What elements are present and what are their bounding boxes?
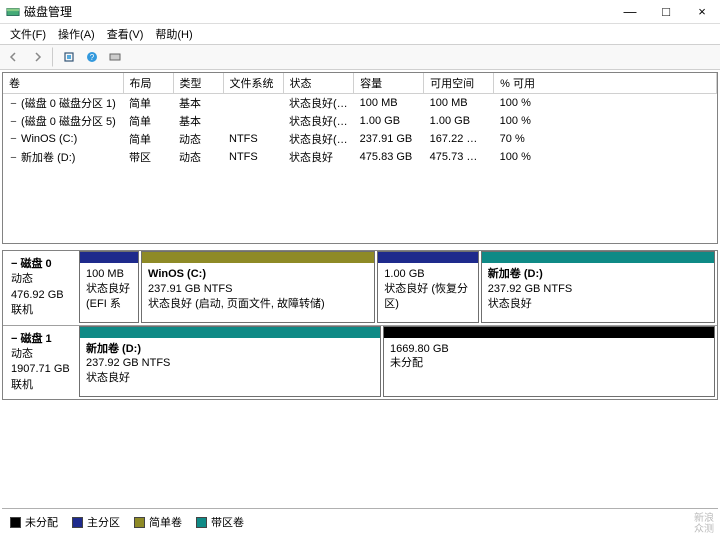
- swatch-unallocated: [10, 517, 21, 528]
- menubar: 文件(F) 操作(A) 查看(V) 帮助(H): [0, 24, 720, 44]
- back-button[interactable]: [4, 47, 24, 67]
- legend: 未分配 主分区 简单卷 带区卷: [2, 508, 718, 533]
- table-row[interactable]: − 新加卷 (D:)带区动态NTFS状态良好475.83 GB475.73 …1…: [3, 148, 717, 166]
- partition[interactable]: WinOS (C:)237.91 GB NTFS状态良好 (启动, 页面文件, …: [141, 251, 375, 323]
- col-layout[interactable]: 布局: [123, 73, 173, 94]
- watermark: 新浪 众测: [694, 513, 714, 535]
- partition-color-bar: [80, 327, 380, 338]
- partition-color-bar: [378, 252, 478, 263]
- partition[interactable]: 1.00 GB状态良好 (恢复分区): [377, 251, 479, 323]
- minimize-button[interactable]: —: [612, 1, 648, 23]
- forward-button[interactable]: [27, 47, 47, 67]
- table-row[interactable]: − (磁盘 0 磁盘分区 5)简单基本状态良好(…1.00 GB1.00 GB1…: [3, 112, 717, 130]
- maximize-button[interactable]: □: [648, 1, 684, 23]
- disk-row: − 磁盘 1动态1907.71 GB联机新加卷 (D:)237.92 GB NT…: [3, 326, 717, 400]
- menu-action[interactable]: 操作(A): [52, 24, 101, 44]
- partition-color-bar: [482, 252, 714, 263]
- disk-label[interactable]: − 磁盘 1动态1907.71 GB联机: [3, 326, 79, 400]
- partition[interactable]: 新加卷 (D:)237.92 GB NTFS状态良好: [481, 251, 715, 323]
- volume-icon: −: [9, 98, 18, 110]
- col-free[interactable]: 可用空间: [424, 73, 494, 94]
- partition[interactable]: 1669.80 GB未分配: [383, 326, 715, 398]
- settings-icon[interactable]: [105, 47, 125, 67]
- col-fs[interactable]: 文件系统: [223, 73, 283, 94]
- swatch-primary: [72, 517, 83, 528]
- col-status[interactable]: 状态: [283, 73, 354, 94]
- table-header-row: 卷 布局 类型 文件系统 状态 容量 可用空间 % 可用: [3, 73, 717, 94]
- swatch-stripe: [196, 517, 207, 528]
- legend-simple: 简单卷: [134, 514, 182, 530]
- legend-primary: 主分区: [72, 514, 120, 530]
- swatch-simple: [134, 517, 145, 528]
- legend-unallocated: 未分配: [10, 514, 58, 530]
- window-title: 磁盘管理: [24, 3, 612, 20]
- volume-icon: −: [9, 152, 18, 164]
- col-capacity[interactable]: 容量: [354, 73, 424, 94]
- partition-color-bar: [384, 327, 714, 338]
- partition-color-bar: [142, 252, 374, 263]
- refresh-button[interactable]: [59, 47, 79, 67]
- legend-stripe: 带区卷: [196, 514, 244, 530]
- menu-help[interactable]: 帮助(H): [149, 24, 198, 44]
- toolbar: ?: [0, 44, 720, 70]
- volume-icon: −: [9, 133, 18, 145]
- col-volume[interactable]: 卷: [3, 73, 123, 94]
- menu-view[interactable]: 查看(V): [101, 24, 150, 44]
- disk-label[interactable]: − 磁盘 0动态476.92 GB联机: [3, 251, 79, 325]
- volume-icon: −: [9, 116, 18, 128]
- table-row[interactable]: − (磁盘 0 磁盘分区 1)简单基本状态良好(…100 MB100 MB100…: [3, 94, 717, 113]
- svg-text:?: ?: [90, 53, 95, 62]
- partition[interactable]: 100 MB状态良好 (EFI 系: [79, 251, 139, 323]
- titlebar: 磁盘管理 — □ ×: [0, 0, 720, 24]
- separator: [52, 47, 54, 67]
- disk-graphic-panel: − 磁盘 0动态476.92 GB联机100 MB状态良好 (EFI 系WinO…: [2, 250, 718, 400]
- disk-row: − 磁盘 0动态476.92 GB联机100 MB状态良好 (EFI 系WinO…: [3, 251, 717, 326]
- menu-file[interactable]: 文件(F): [4, 24, 52, 44]
- col-pct[interactable]: % 可用: [494, 73, 717, 94]
- col-type[interactable]: 类型: [173, 73, 223, 94]
- table-row[interactable]: − WinOS (C:)简单动态NTFS状态良好(…237.91 GB167.2…: [3, 130, 717, 148]
- partition-color-bar: [80, 252, 138, 263]
- close-button[interactable]: ×: [684, 1, 720, 23]
- app-icon: [6, 5, 20, 19]
- volume-table: 卷 布局 类型 文件系统 状态 容量 可用空间 % 可用 − (磁盘 0 磁盘分…: [2, 72, 718, 244]
- partition[interactable]: 新加卷 (D:)237.92 GB NTFS状态良好: [79, 326, 381, 398]
- help-icon[interactable]: ?: [82, 47, 102, 67]
